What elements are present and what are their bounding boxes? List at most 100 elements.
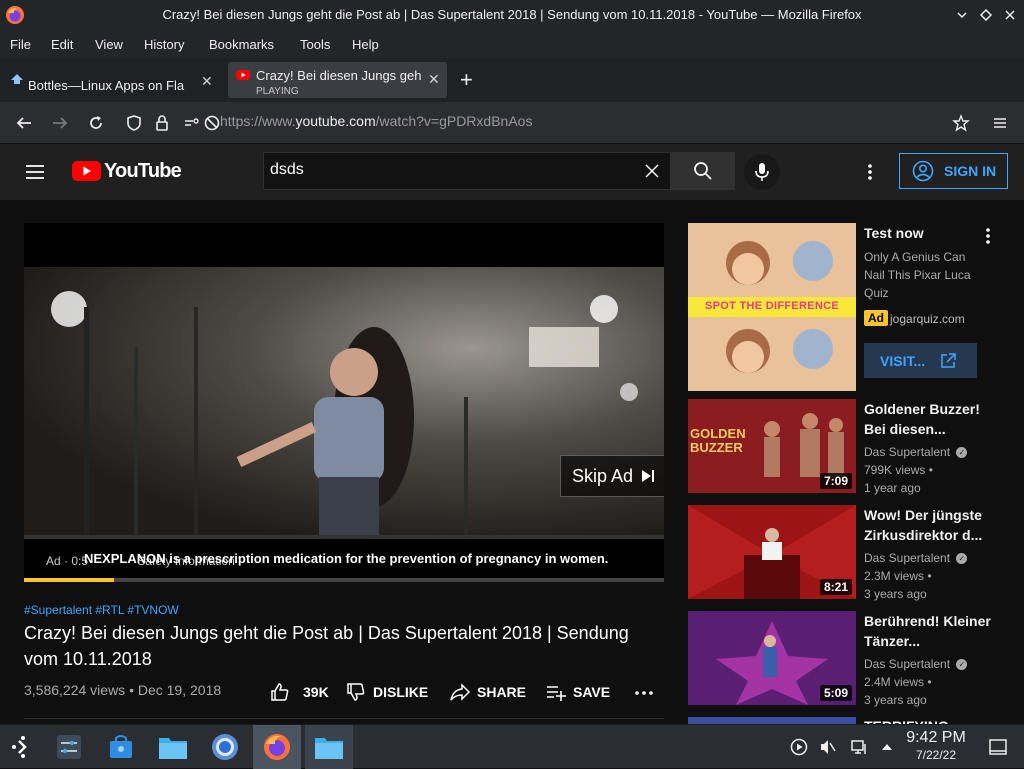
youtube-logo-text[interactable]: YouTube — [104, 160, 182, 183]
visit-button[interactable]: VISIT... — [864, 343, 977, 378]
media-player-icon[interactable] — [786, 725, 812, 769]
ad-more-icon[interactable] — [978, 226, 998, 251]
dislike-button[interactable]: DISLIKE — [345, 681, 428, 703]
forward-icon[interactable] — [48, 111, 72, 135]
skip-next-icon — [642, 470, 655, 482]
clock[interactable]: 9:42 PM 7/22/22 — [900, 729, 972, 762]
video-frame[interactable] — [24, 267, 664, 539]
related-thumbnail-1-caption: GOLDEN BUZZER — [690, 426, 746, 455]
related-title-1[interactable]: Goldener Buzzer! Bei diesen... — [864, 399, 994, 439]
youtube-logo-icon[interactable] — [72, 161, 101, 181]
system-settings-icon[interactable] — [46, 725, 92, 769]
tracking-shield-icon[interactable] — [122, 111, 146, 135]
tab-bottles[interactable]: Bottles—Linux Apps on Fla ✕ — [0, 62, 222, 98]
close-window-icon[interactable] — [1000, 5, 1020, 25]
menu-file[interactable]: File — [10, 37, 31, 52]
bottles-favicon-icon — [11, 74, 23, 84]
ad-description: Only A Genius Can Nail This Pixar Luca Q… — [864, 250, 971, 300]
related-title-2[interactable]: Wow! Der jüngste Zirkusdirektor d... — [864, 505, 994, 545]
voice-search-button[interactable] — [744, 154, 780, 190]
thumbs-down-icon — [347, 683, 365, 701]
discover-store-icon[interactable] — [98, 725, 144, 769]
volume-muted-icon[interactable] — [815, 725, 841, 769]
search-box[interactable] — [263, 152, 671, 190]
duration-badge: 5:09 — [819, 685, 852, 701]
navigation-bar: https://www.youtube.com/watch?v=gPDRxdBn… — [0, 102, 1024, 144]
ad-caption: NEXPLANON is a prescription medication f… — [84, 551, 609, 566]
related-channel-3[interactable]: Das Supertalent ✓ — [864, 655, 968, 673]
file-manager-icon[interactable] — [150, 725, 196, 769]
url-bar[interactable]: https://www.youtube.com/watch?v=gPDRxdBn… — [220, 113, 532, 129]
related-title-4[interactable]: TERRIFYING — [864, 716, 994, 724]
thumbs-up-icon — [271, 683, 289, 701]
clear-search-icon[interactable] — [644, 163, 660, 184]
related-thumbnail-1[interactable]: GOLDEN BUZZER 7:09 — [688, 399, 856, 493]
tray-expand-icon[interactable] — [875, 725, 899, 769]
dislike-label: DISLIKE — [373, 684, 429, 700]
show-desktop-icon[interactable] — [984, 725, 1012, 769]
playlist-add-icon — [547, 686, 566, 701]
verified-icon: ✓ — [956, 447, 968, 459]
url-prefix: https://www. — [220, 113, 296, 129]
like-button[interactable]: 39K — [269, 681, 329, 703]
minimize-icon[interactable] — [952, 5, 972, 25]
save-label: SAVE — [573, 684, 611, 700]
save-button[interactable]: SAVE — [545, 681, 610, 703]
related-title-3[interactable]: Berührend! Kleiner Tänzer... — [864, 611, 994, 651]
close-tab-icon[interactable]: ✕ — [201, 73, 213, 90]
search-button[interactable] — [671, 152, 735, 190]
menu-bar: File Edit View History Bookmarks Tools H… — [0, 30, 1024, 58]
close-tab-icon[interactable]: ✕ — [428, 71, 440, 88]
video-hashtags[interactable]: #Supertalent #RTL #TVNOW — [24, 603, 179, 617]
lock-icon[interactable] — [150, 111, 174, 135]
reload-icon[interactable] — [84, 111, 108, 135]
menu-history[interactable]: History — [144, 37, 184, 52]
ad-thumbnail[interactable]: SPOT THE DIFFERENCE — [688, 223, 856, 391]
related-channel-2[interactable]: Das Supertalent ✓ — [864, 549, 968, 567]
tab-youtube-active[interactable]: Crazy! Bei diesen Jungs geh PLAYING ✕ — [228, 62, 447, 98]
ad-progress-bar[interactable] — [24, 578, 664, 582]
bookmark-star-icon[interactable] — [949, 111, 973, 135]
network-icon[interactable] — [846, 725, 872, 769]
microphone-icon — [755, 163, 769, 181]
menu-edit[interactable]: Edit — [51, 37, 73, 52]
visit-label: VISIT... — [880, 352, 926, 369]
menu-tools[interactable]: Tools — [300, 37, 330, 52]
related-thumbnail-4[interactable] — [688, 717, 856, 724]
related-age-2: 3 years ago — [864, 587, 927, 601]
youtube-header: YouTube SIGN IN — [0, 144, 1024, 200]
tab-strip: Bottles—Linux Apps on Fla ✕ Crazy! Bei d… — [0, 58, 1024, 102]
file-manager-window-icon[interactable] — [305, 725, 353, 769]
video-title: Crazy! Bei diesen Jungs geht die Post ab… — [24, 623, 629, 669]
related-thumbnail-3[interactable]: 5:09 — [688, 611, 856, 705]
application-launcher-icon[interactable] — [0, 725, 46, 769]
menu-help[interactable]: Help — [352, 37, 379, 52]
settings-more-icon[interactable] — [860, 162, 880, 187]
app-menu-icon[interactable] — [988, 111, 1012, 135]
url-path: /watch?v=gPDRxdBnAos — [375, 113, 533, 129]
chromium-icon[interactable] — [202, 725, 248, 769]
skip-ad-label: Skip Ad — [572, 465, 634, 486]
taskbar: 9:42 PM 7/22/22 — [0, 724, 1024, 769]
related-views-3: 2.4M views • — [864, 675, 932, 689]
sign-in-button[interactable]: SIGN IN — [899, 153, 1008, 189]
menu-view[interactable]: View — [95, 37, 123, 52]
maximize-icon[interactable] — [976, 5, 996, 25]
skip-ad-button[interactable]: Skip Ad — [560, 455, 664, 497]
video-scene-image — [24, 291, 664, 539]
firefox-taskbar-icon[interactable] — [253, 725, 301, 769]
more-actions-icon[interactable] — [634, 683, 654, 708]
verified-icon: ✓ — [956, 553, 968, 565]
search-input[interactable] — [270, 161, 630, 179]
back-icon[interactable] — [12, 111, 36, 135]
new-tab-icon[interactable]: + — [460, 68, 480, 92]
guide-menu-icon[interactable] — [24, 161, 48, 185]
video-views-date: 3,586,224 views • Dec 19, 2018 — [24, 682, 222, 698]
related-channel-1[interactable]: Das Supertalent ✓ — [864, 443, 968, 461]
related-thumbnail-2[interactable]: 8:21 — [688, 505, 856, 599]
share-button[interactable]: SHARE — [449, 681, 526, 703]
ad-title[interactable]: Test now — [864, 223, 994, 243]
related-age-1: 1 year ago — [864, 481, 921, 495]
video-player[interactable]: Skip Ad Ad · 0:5 Safety Information NEXP… — [24, 223, 664, 582]
menu-bookmarks[interactable]: Bookmarks — [209, 37, 274, 52]
